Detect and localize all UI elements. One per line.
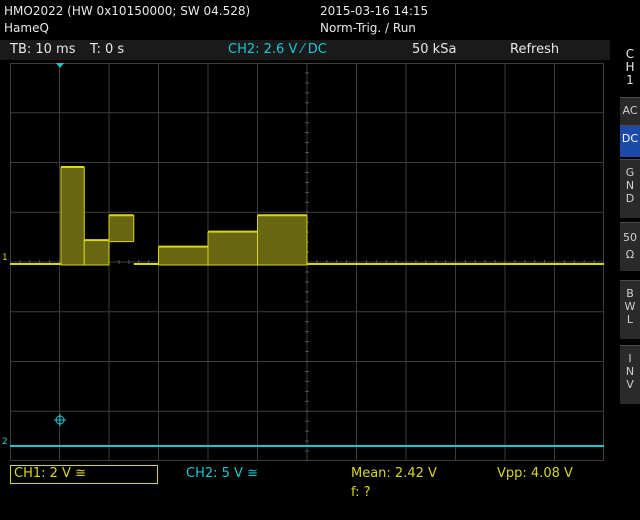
coupling-dc-button[interactable]: DC bbox=[620, 125, 640, 157]
owner-label: HameQ bbox=[4, 21, 49, 35]
ch2-scale[interactable]: CH2: 5 V ≅ bbox=[186, 466, 258, 482]
ch1-scale[interactable]: CH1: 2 V ≅ bbox=[14, 466, 86, 482]
trace-burst bbox=[60, 166, 85, 265]
bandwidth-limit-button[interactable]: B W L bbox=[620, 280, 640, 339]
button-label: G bbox=[625, 166, 635, 179]
ch2-ground-marker[interactable]: 2 bbox=[2, 437, 8, 447]
waveform-display bbox=[10, 63, 604, 461]
sample-rate: 50 kSa bbox=[412, 42, 457, 57]
coupling-gnd-button[interactable]: G N D bbox=[620, 159, 640, 218]
button-label: L bbox=[626, 313, 634, 326]
button-label: I bbox=[628, 352, 632, 365]
trace-burst bbox=[208, 231, 258, 265]
button-label: N bbox=[625, 179, 635, 192]
trigger-time[interactable]: T: 0 s bbox=[90, 42, 124, 58]
timebase[interactable]: TB: 10 ms bbox=[10, 42, 75, 58]
button-label: 50 bbox=[623, 231, 637, 244]
trace-burst bbox=[158, 246, 208, 265]
trace-burst bbox=[84, 240, 109, 265]
trigger-level-crosshair bbox=[54, 414, 66, 426]
ch1-ground-marker[interactable]: 1 bbox=[2, 253, 8, 263]
button-label: AC bbox=[622, 104, 638, 117]
trigger-position-marker[interactable] bbox=[56, 63, 64, 68]
button-label: B bbox=[626, 287, 634, 300]
mean-readout: Mean: 2.42 V bbox=[351, 466, 437, 481]
side-channel-label: C H 1 bbox=[620, 48, 640, 87]
vpp-readout: Vpp: 4.08 V bbox=[497, 466, 573, 481]
button-label: W bbox=[624, 300, 636, 313]
model-line: HMO2022 (HW 0x10150000; SW 04.528) bbox=[4, 4, 251, 18]
trigger-mode: Norm-Trig. / Run bbox=[320, 21, 416, 35]
datetime: 2015-03-16 14:15 bbox=[320, 4, 429, 18]
invert-button[interactable]: I N V bbox=[620, 345, 640, 404]
impedance-50-ohm-button[interactable]: 50 Ω bbox=[620, 222, 640, 271]
button-label: Ω bbox=[625, 248, 635, 261]
frequency-readout: f: ? bbox=[351, 485, 371, 500]
trace-burst bbox=[257, 215, 307, 265]
button-label: V bbox=[626, 378, 634, 391]
button-label: D bbox=[625, 192, 635, 205]
trigger-source[interactable]: CH2: 2.6 V ⁄ DC bbox=[228, 42, 327, 58]
button-label: N bbox=[625, 365, 635, 378]
acq-mode[interactable]: Refresh bbox=[510, 42, 559, 58]
side-channel-letter: 1 bbox=[626, 73, 634, 87]
trace-burst bbox=[109, 215, 134, 242]
button-label: DC bbox=[621, 132, 639, 145]
